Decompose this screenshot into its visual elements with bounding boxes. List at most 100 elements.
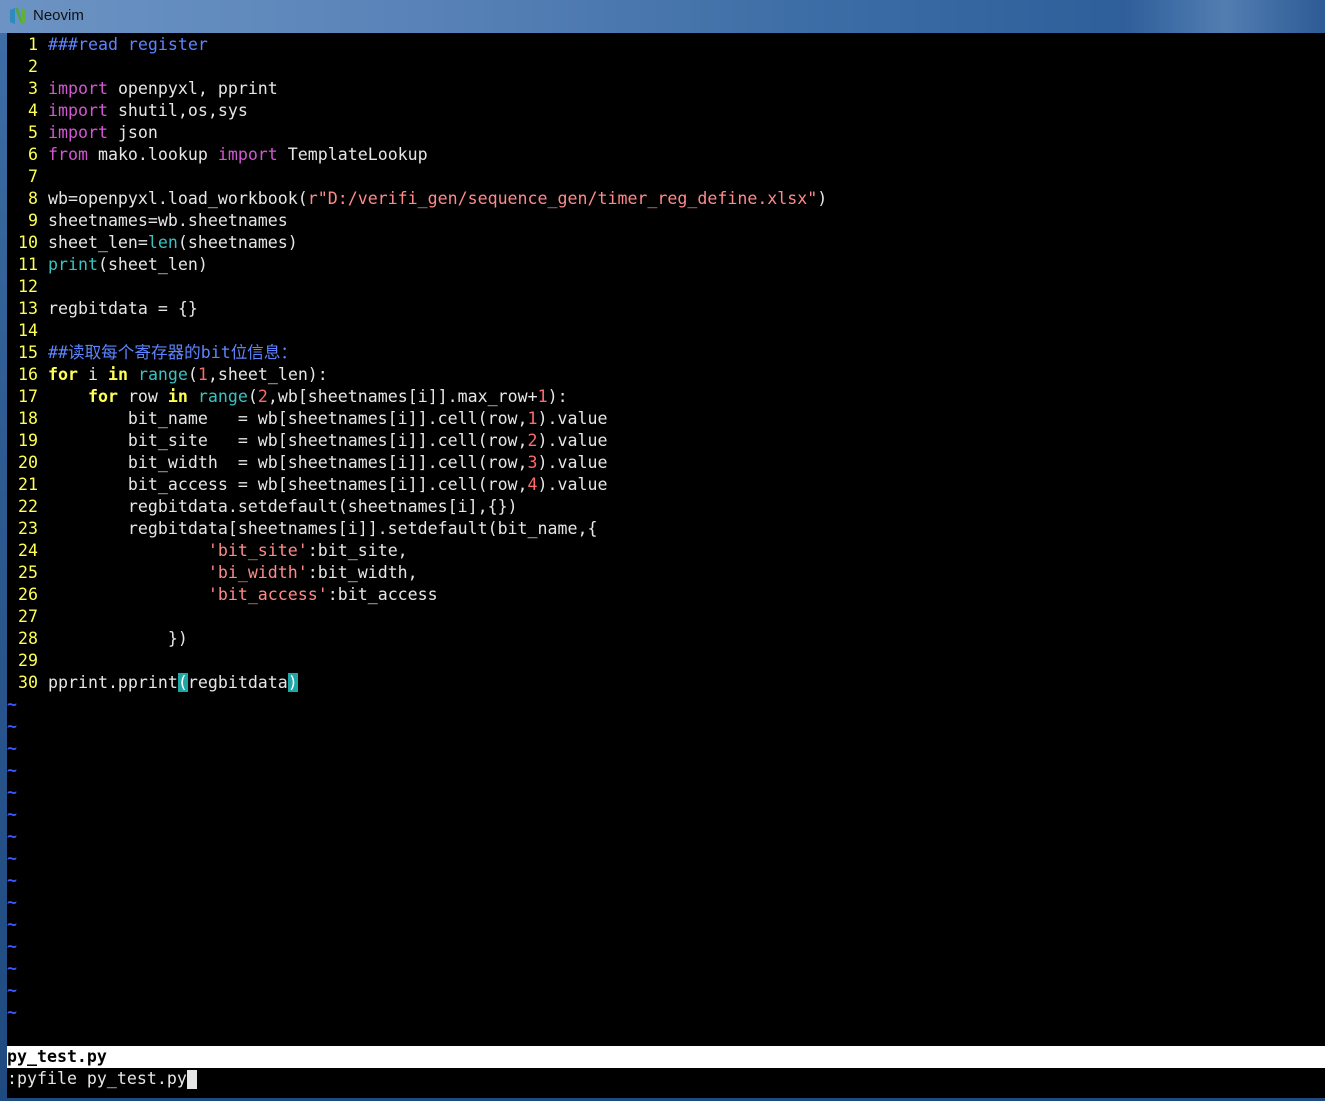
code-line[interactable]: 3 import openpyxl, pprint bbox=[7, 78, 278, 100]
code-token: json bbox=[107, 123, 158, 142]
line-number: 4 bbox=[28, 101, 38, 120]
code-token: 'bit_site' bbox=[207, 541, 308, 560]
code-line[interactable]: 7 bbox=[7, 166, 48, 188]
code-line[interactable]: 22 regbitdata.setdefault(sheetnames[i],{… bbox=[7, 496, 518, 518]
line-number: 30 bbox=[18, 673, 38, 692]
editor-pane[interactable]: 1 ###read register 2 3 import openpyxl, ppri… bbox=[7, 33, 1325, 1098]
code-line[interactable]: 21 bit_access = wb[sheetnames[i]].cell(r… bbox=[7, 474, 607, 496]
line-number: 19 bbox=[18, 431, 38, 450]
empty-line-tilde: ~ bbox=[7, 827, 17, 846]
code-line[interactable]: 10 sheet_len=len(sheetnames) bbox=[7, 232, 298, 254]
code-line[interactable]: 30 pprint.pprint(regbitdata) bbox=[7, 672, 298, 694]
code-line[interactable]: 8 wb=openpyxl.load_workbook(r"D:/verifi_g… bbox=[7, 188, 827, 210]
code-token: (sheetnames) bbox=[177, 233, 298, 252]
code-token: :bit_width, bbox=[307, 563, 418, 582]
code-text: sheetnames=wb.sheetnames bbox=[48, 211, 288, 230]
code-line[interactable]: 4 import shutil,os,sys bbox=[7, 100, 248, 122]
code-line[interactable]: 17 for row in range(2,wb[sheetnames[i]].… bbox=[7, 386, 568, 408]
command-line[interactable]: :pyfile py_test.py bbox=[7, 1068, 1325, 1090]
line-number: 5 bbox=[28, 123, 38, 142]
code-token: mako.lookup bbox=[87, 145, 218, 164]
line-number: 18 bbox=[18, 409, 38, 428]
code-token: row bbox=[117, 387, 168, 406]
code-line[interactable]: 2 bbox=[7, 56, 48, 78]
code-text: ##读取每个寄存器的bit位信息： bbox=[48, 343, 297, 362]
line-number: 23 bbox=[18, 519, 38, 538]
code-line[interactable]: 25 'bi_width':bit_width, bbox=[7, 562, 418, 584]
code-token: wb=openpyxl.load_workbook( bbox=[48, 189, 308, 208]
code-token: TemplateLookup bbox=[277, 145, 428, 164]
code-line[interactable]: 19 bit_site = wb[sheetnames[i]].cell(row… bbox=[7, 430, 607, 452]
code-line[interactable]: 27 bbox=[7, 606, 48, 628]
code-token: ( bbox=[177, 673, 188, 692]
empty-line-tilde: ~ bbox=[7, 717, 17, 736]
line-number: 14 bbox=[18, 321, 38, 340]
empty-line-tilde: ~ bbox=[7, 893, 17, 912]
code-token: ).value bbox=[537, 453, 608, 472]
code-text: print(sheet_len) bbox=[48, 255, 208, 274]
code-line[interactable]: 24 'bit_site':bit_site, bbox=[7, 540, 408, 562]
code-token: r"D:/verifi_gen/sequence_gen/timer_reg_d… bbox=[307, 189, 818, 208]
empty-line-tilde: ~ bbox=[7, 805, 17, 824]
code-token: 'bit_access' bbox=[207, 585, 328, 604]
code-line[interactable]: 23 regbitdata[sheetnames[i]].setdefault(… bbox=[7, 518, 597, 540]
code-token: range bbox=[197, 387, 248, 406]
line-number: 6 bbox=[28, 145, 38, 164]
window-title: Neovim bbox=[33, 7, 84, 24]
line-number: 21 bbox=[18, 475, 38, 494]
code-token: ,sheet_len): bbox=[207, 365, 328, 384]
line-number: 3 bbox=[28, 79, 38, 98]
code-line[interactable]: 6 from mako.lookup import TemplateLookup bbox=[7, 144, 428, 166]
line-number: 17 bbox=[18, 387, 38, 406]
code-token: shutil,os,sys bbox=[107, 101, 248, 120]
code-line[interactable]: 15 ##读取每个寄存器的bit位信息： bbox=[7, 342, 297, 364]
code-token: ( bbox=[247, 387, 258, 406]
code-text: from mako.lookup import TemplateLookup bbox=[48, 145, 428, 164]
line-number: 12 bbox=[18, 277, 38, 296]
code-text: bit_site = wb[sheetnames[i]].cell(row,2)… bbox=[48, 431, 608, 450]
code-token: (sheet_len) bbox=[97, 255, 208, 274]
code-token: in bbox=[107, 365, 128, 384]
code-line[interactable]: 5 import json bbox=[7, 122, 158, 144]
code-text: regbitdata.setdefault(sheetnames[i],{}) bbox=[48, 497, 518, 516]
code-text: 'bi_width':bit_width, bbox=[48, 563, 418, 582]
code-text: bit_width = wb[sheetnames[i]].cell(row,3… bbox=[48, 453, 608, 472]
line-number: 10 bbox=[18, 233, 38, 252]
code-line[interactable]: 26 'bit_access':bit_access bbox=[7, 584, 438, 606]
line-number: 1 bbox=[28, 35, 38, 54]
code-token: bit_access = wb[sheetnames[i]].cell(row, bbox=[48, 475, 528, 494]
title-bar[interactable]: Neovim bbox=[0, 0, 1325, 33]
code-line[interactable]: 9 sheetnames=wb.sheetnames bbox=[7, 210, 288, 232]
empty-line-tilde: ~ bbox=[7, 739, 17, 758]
code-text: regbitdata[sheetnames[i]].setdefault(bit… bbox=[48, 519, 598, 538]
line-number: 22 bbox=[18, 497, 38, 516]
code-token: print bbox=[48, 255, 98, 274]
code-token: regbitdata = {} bbox=[48, 299, 198, 318]
code-line[interactable]: 14 bbox=[7, 320, 48, 342]
code-line[interactable]: 12 bbox=[7, 276, 48, 298]
empty-line-tilde: ~ bbox=[7, 695, 17, 714]
code-line[interactable]: 11 print(sheet_len) bbox=[7, 254, 208, 276]
line-number: 24 bbox=[18, 541, 38, 560]
code-token: ) bbox=[817, 189, 828, 208]
code-line[interactable]: 20 bit_width = wb[sheetnames[i]].cell(ro… bbox=[7, 452, 607, 474]
empty-line-tilde: ~ bbox=[7, 783, 17, 802]
code-line[interactable]: 18 bit_name = wb[sheetnames[i]].cell(row… bbox=[7, 408, 607, 430]
line-number: 11 bbox=[18, 255, 38, 274]
code-text: pprint.pprint(regbitdata) bbox=[48, 673, 298, 692]
code-token: bit_site = wb[sheetnames[i]].cell(row, bbox=[48, 431, 528, 450]
code-text: ###read register bbox=[48, 35, 208, 54]
empty-line-tilde: ~ bbox=[7, 849, 17, 868]
code-line[interactable]: 29 bbox=[7, 650, 48, 672]
line-number: 7 bbox=[28, 167, 38, 186]
command-text[interactable]: :pyfile py_test.py bbox=[7, 1069, 187, 1088]
code-token: bit_name = wb[sheetnames[i]].cell(row, bbox=[48, 409, 528, 428]
code-line[interactable]: 1 ###read register bbox=[7, 34, 208, 56]
code-line[interactable]: 28 }) bbox=[7, 628, 188, 650]
code-line[interactable]: 13 regbitdata = {} bbox=[7, 298, 198, 320]
code-line[interactable]: 16 for i in range(1,sheet_len): bbox=[7, 364, 328, 386]
